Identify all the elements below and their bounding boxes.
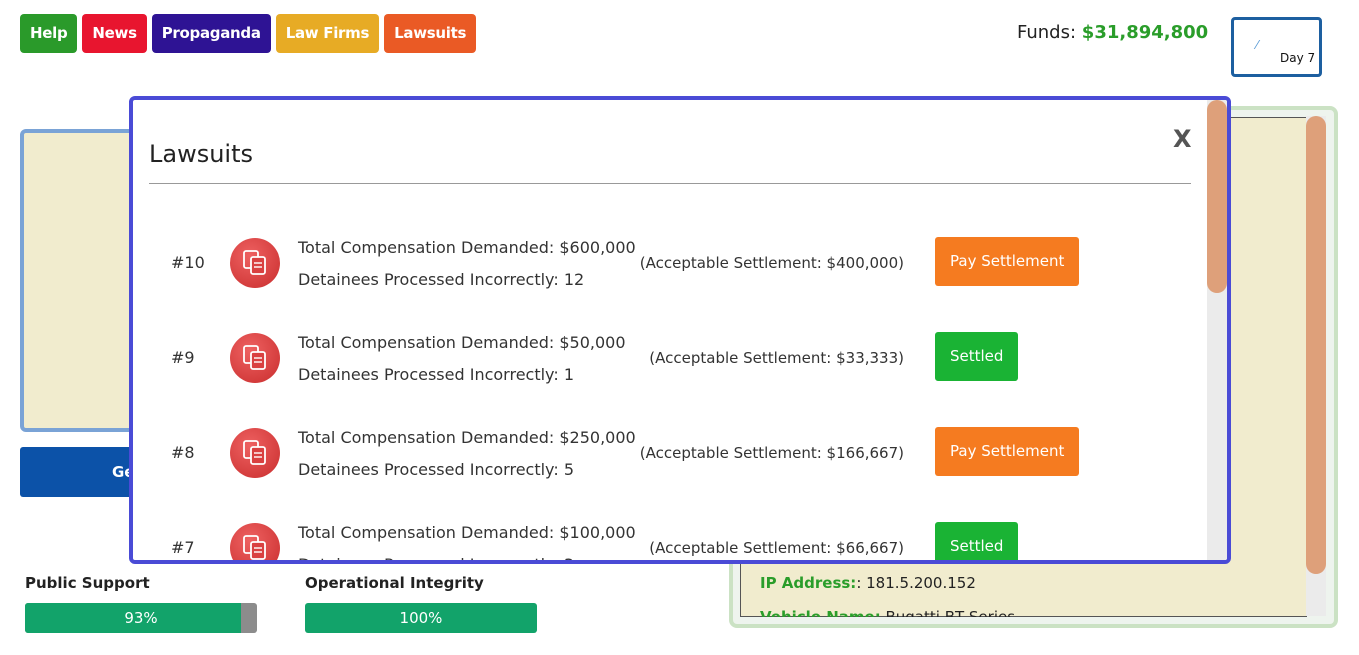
ip-address-value: : 181.5.200.152 — [856, 574, 976, 592]
lawsuit-number: #8 — [171, 443, 195, 462]
documents-icon — [230, 523, 280, 560]
funds-display: Funds: $31,894,800 — [1017, 22, 1208, 43]
propaganda-button[interactable]: Propaganda — [151, 14, 271, 53]
detainees-processed: Detainees Processed Incorrectly: 5 — [298, 460, 575, 479]
lawsuit-row: #7 Total Compensation Demanded: $100,000… — [133, 487, 1203, 560]
news-button[interactable]: News — [82, 14, 147, 53]
pay-settlement-button[interactable]: Pay Settlement — [935, 427, 1080, 476]
compensation-demanded: Total Compensation Demanded: $50,000 — [298, 333, 626, 352]
lawsuit-number: #10 — [171, 253, 205, 272]
lawsuit-row: #9 Total Compensation Demanded: $50,000 … — [133, 297, 1203, 392]
funds-value: $31,894,800 — [1081, 22, 1209, 43]
acceptable-settlement: (Acceptable Settlement: $66,667) — [649, 539, 904, 557]
compensation-demanded: Total Compensation Demanded: $600,000 — [298, 238, 636, 257]
detainees-processed: Detainees Processed Incorrectly: 1 — [298, 365, 575, 384]
day-indicator: ⁄ Day 7 — [1231, 17, 1322, 77]
funds-label: Funds: — [1017, 22, 1077, 43]
vehicle-name-value: Bugatti BT Series — [885, 608, 1016, 617]
lawsuits-modal: Lawsuits X #10 Total Compensation Demand… — [129, 96, 1231, 564]
operational-integrity-bar: 100% — [305, 603, 537, 633]
modal-title: Lawsuits — [149, 140, 254, 168]
public-support-value: 93% — [124, 609, 158, 627]
law-firms-button[interactable]: Law Firms — [275, 14, 380, 53]
detainees-processed: Detainees Processed Incorrectly: 3 — [298, 555, 574, 560]
acceptable-settlement: (Acceptable Settlement: $400,000) — [639, 254, 904, 272]
settled-button[interactable]: Settled — [935, 522, 1019, 560]
acceptable-settlement: (Acceptable Settlement: $33,333) — [649, 349, 904, 367]
right-scrollbar-thumb[interactable] — [1306, 116, 1326, 574]
clock-hand-icon: ⁄ — [1256, 38, 1259, 52]
day-label: Day 7 — [1280, 51, 1316, 65]
pay-settlement-button[interactable]: Pay Settlement — [935, 237, 1080, 286]
modal-divider — [149, 183, 1191, 184]
top-nav: Help News Propaganda Law Firms Lawsuits — [20, 14, 477, 53]
compensation-demanded: Total Compensation Demanded: $250,000 — [298, 428, 636, 447]
public-support-bar: 93% — [25, 603, 257, 633]
documents-icon — [230, 333, 280, 383]
documents-icon — [230, 238, 280, 288]
public-support-label: Public Support — [25, 574, 150, 592]
close-icon[interactable]: X — [1173, 125, 1192, 153]
operational-integrity-label: Operational Integrity — [305, 574, 484, 592]
settled-button[interactable]: Settled — [935, 332, 1019, 381]
vehicle-name-row: Vehicle Name: Bugatti BT Series — [760, 608, 1015, 617]
lawsuits-button[interactable]: Lawsuits — [384, 14, 477, 53]
vehicle-name-label: Vehicle Name: — [760, 608, 881, 617]
ip-address-label: IP Address: — [760, 574, 857, 592]
detainees-processed: Detainees Processed Incorrectly: 12 — [298, 270, 585, 289]
lawsuit-number: #9 — [171, 348, 195, 367]
lawsuit-number: #7 — [171, 538, 195, 557]
lawsuit-row: #10 Total Compensation Demanded: $600,00… — [133, 202, 1203, 297]
lawsuit-row: #8 Total Compensation Demanded: $250,000… — [133, 392, 1203, 487]
help-button[interactable]: Help — [20, 14, 78, 53]
acceptable-settlement: (Acceptable Settlement: $166,667) — [639, 444, 904, 462]
documents-icon — [230, 428, 280, 478]
operational-integrity-value: 100% — [399, 609, 443, 627]
compensation-demanded: Total Compensation Demanded: $100,000 — [298, 523, 636, 542]
modal-scrollbar-thumb[interactable] — [1207, 100, 1227, 293]
ip-address-row: IP Address:: 181.5.200.152 — [760, 574, 976, 592]
